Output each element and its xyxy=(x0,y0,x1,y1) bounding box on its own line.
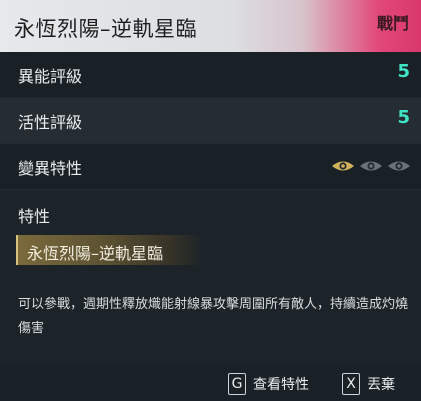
g-key-icon: G xyxy=(228,373,246,395)
view-trait-action[interactable]: G 查看特性 xyxy=(228,373,309,395)
panel-header: 永恆烈陽–逆軌星臨 戰鬥 xyxy=(0,0,421,52)
ability-rating-label: 異能評級 xyxy=(18,67,83,86)
trait-description: 可以參戰，週期性釋放熾能射線暴攻擊周圍所有敵人，持續造成灼燒傷害 xyxy=(18,297,409,336)
combat-tag: 戰鬥 xyxy=(376,14,409,33)
item-detail-panel: 永恆烈陽–逆軌星臨 戰鬥 異能評級 5 活性評級 5 變異特性 特性 永恆烈陽–… xyxy=(0,0,421,401)
ability-rating-value: 5 xyxy=(397,61,410,82)
discard-label: 丟棄 xyxy=(367,377,395,393)
x-key-icon: X xyxy=(342,373,360,395)
activity-rating-value: 5 xyxy=(397,107,410,128)
discard-action[interactable]: X 丟棄 xyxy=(342,373,395,395)
mutation-level-indicator xyxy=(331,159,411,173)
mutation-trait-row: 變異特性 xyxy=(0,144,421,189)
view-trait-label: 查看特性 xyxy=(253,377,309,393)
activity-rating-row: 活性評級 5 xyxy=(0,98,421,143)
eye-icon-inactive xyxy=(388,161,410,171)
trait-section: 特性 永恆烈陽–逆軌星臨 可以參戰，週期性釋放熾能射線暴攻擊周圍所有敵人，持續造… xyxy=(0,191,421,366)
trait-chip: 永恆烈陽–逆軌星臨 xyxy=(16,235,202,265)
activity-rating-label: 活性評級 xyxy=(18,113,83,132)
item-title: 永恆烈陽–逆軌星臨 xyxy=(14,17,197,41)
trait-section-title: 特性 xyxy=(18,207,51,226)
eye-icon-inactive xyxy=(360,161,382,171)
trait-name: 永恆烈陽–逆軌星臨 xyxy=(27,244,164,263)
action-bar: G 查看特性 X 丟棄 xyxy=(0,366,421,401)
eye-icon-active xyxy=(332,161,354,171)
ability-rating-row: 異能評級 5 xyxy=(0,52,421,97)
mutation-trait-label: 變異特性 xyxy=(18,159,83,178)
